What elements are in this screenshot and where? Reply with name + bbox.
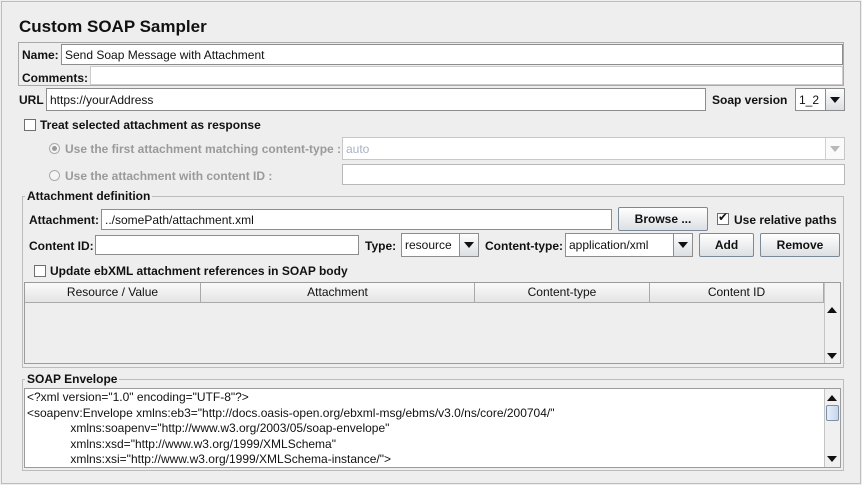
content-type-match-value: auto (346, 142, 370, 156)
scroll-up-icon[interactable] (827, 307, 837, 313)
url-label: URL (19, 93, 44, 107)
type-value: resource (405, 238, 452, 252)
content-type-match-select[interactable]: auto (342, 137, 845, 160)
scroll-thumb[interactable] (826, 405, 839, 421)
first-attachment-label: Use the first attachment matching conten… (65, 142, 342, 156)
use-relative-paths-label: Use relative paths (734, 213, 837, 227)
type-label: Type: (365, 239, 397, 253)
envelope-line: <?xml version="1.0" encoding="UTF-8"?> (27, 390, 249, 404)
content-id-option-label: Use the attachment with content ID : (65, 169, 273, 183)
treat-attachment-label: Treat selected attachment as response (40, 118, 261, 132)
soap-envelope-title: SOAP Envelope (25, 371, 120, 387)
name-label: Name: (22, 48, 59, 62)
envelope-line: xmlns:soapenv="http://www.w3.org/2003/05… (27, 421, 390, 435)
content-id-option-input[interactable] (342, 164, 845, 185)
browse-button[interactable]: Browse ... (618, 207, 708, 231)
chevron-down-icon[interactable] (459, 234, 478, 256)
soap-envelope-editor[interactable]: <?xml version="1.0" encoding="UTF-8"?> <… (24, 388, 841, 468)
use-relative-paths-checkbox[interactable] (717, 210, 729, 225)
comments-input[interactable] (90, 66, 843, 85)
column-header-content-id[interactable]: Content ID (650, 283, 824, 303)
name-input[interactable]: Send Soap Message with Attachment (61, 44, 843, 65)
scroll-down-icon[interactable] (827, 456, 837, 462)
first-attachment-radio[interactable] (49, 143, 60, 154)
remove-button[interactable]: Remove (760, 233, 840, 257)
content-id-label: Content ID: (29, 239, 94, 253)
envelope-line: xmlns:xsd="http://www.w3.org/1999/XMLSch… (27, 436, 336, 451)
content-type-label: Content-type: (485, 239, 563, 253)
scroll-up-icon[interactable] (827, 395, 837, 401)
update-ebxml-checkbox[interactable] (34, 265, 46, 277)
soap-version-value: 1_2 (799, 93, 820, 107)
column-header-resource-value[interactable]: Resource / Value (25, 283, 201, 303)
envelope-scrollbar[interactable] (824, 389, 840, 467)
envelope-line: xmlns:xsi="http://www.w3.org/1999/XMLSch… (27, 452, 392, 466)
attachment-definition-title: Attachment definition (25, 188, 153, 204)
attachment-table[interactable]: Resource / Value Attachment Content-type… (24, 282, 841, 364)
column-header-attachment[interactable]: Attachment (201, 283, 475, 303)
table-scrollbar[interactable] (824, 283, 840, 363)
content-id-radio[interactable] (49, 170, 60, 181)
url-input[interactable]: https://yourAddress (46, 88, 706, 111)
attachment-label: Attachment: (29, 213, 100, 227)
column-header-content-type[interactable]: Content-type (475, 283, 650, 303)
update-ebxml-label: Update ebXML attachment references in SO… (50, 264, 348, 278)
add-button[interactable]: Add (699, 233, 754, 257)
scroll-down-icon[interactable] (827, 353, 837, 359)
chevron-down-icon[interactable] (825, 89, 844, 110)
soap-version-label: Soap version (712, 93, 788, 107)
content-type-select[interactable]: application/xml (565, 233, 693, 257)
comments-label: Comments: (22, 71, 89, 85)
soap-version-select[interactable]: 1_2 (795, 88, 845, 111)
type-select[interactable]: resource (401, 233, 479, 257)
panel-title: Custom SOAP Sampler (19, 17, 207, 36)
attachment-input[interactable]: ../somePath/attachment.xml (101, 209, 612, 230)
envelope-line: <soapenv:Envelope xmlns:eb3="http://docs… (27, 405, 555, 420)
content-id-input[interactable] (95, 235, 359, 255)
chevron-down-icon[interactable] (825, 138, 844, 159)
content-type-value: application/xml (569, 238, 649, 252)
chevron-down-icon[interactable] (673, 234, 692, 256)
treat-attachment-checkbox[interactable] (24, 119, 36, 131)
